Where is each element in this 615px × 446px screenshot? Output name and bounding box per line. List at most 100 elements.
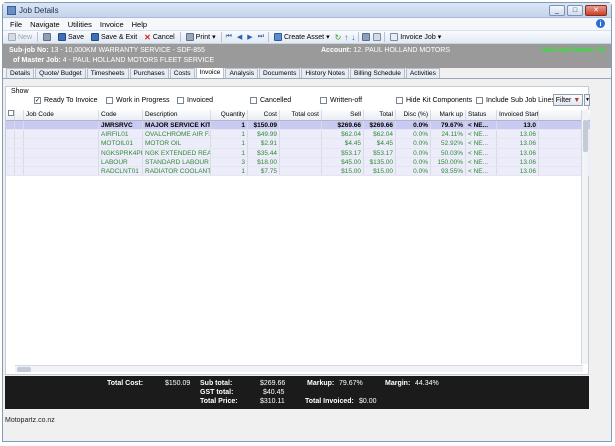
tab-billing-schedule[interactable]: Billing Schedule xyxy=(349,68,405,78)
table-row[interactable]: LABOUR STANDARD LABOUR ... 3 $18.00 $45.… xyxy=(6,157,590,167)
invoice-icon xyxy=(390,33,399,41)
column-header[interactable]: Description xyxy=(143,110,211,120)
new-icon xyxy=(8,33,16,41)
select-all-checkbox[interactable] xyxy=(6,110,15,120)
invoiced-checkbox[interactable]: Invoiced xyxy=(177,97,213,104)
save-icon xyxy=(58,33,67,41)
tab-analysis[interactable]: Analysis xyxy=(225,68,259,78)
tab-invoice[interactable]: Invoice xyxy=(195,67,225,78)
column-header[interactable]: Quantity xyxy=(211,110,248,120)
include-sub-job-lines-checkbox[interactable]: Include Sub Job Lines xyxy=(476,97,555,104)
title-bar: Job Details _ □ ✕ xyxy=(3,3,611,18)
printer-icon xyxy=(185,33,194,41)
column-header[interactable]: Disc (%) xyxy=(396,110,431,120)
calculator-icon xyxy=(43,33,52,41)
tab-timesheets[interactable]: Timesheets xyxy=(86,68,129,78)
cancel-button[interactable]: ✕ Cancel xyxy=(142,31,177,43)
subjob-label: Sub-job No: xyxy=(9,47,49,54)
table-row[interactable]: NGKSPRK4PK NGK EXTENDED REA... 1 $35.44 … xyxy=(6,148,590,158)
invoice-panel: Show ✓ Ready To Invoice Work in Progress… xyxy=(5,86,590,375)
column-header[interactable]: Total cost xyxy=(280,110,322,120)
menu-file[interactable]: File xyxy=(10,20,22,29)
save-exit-button[interactable]: Save & Exit xyxy=(89,31,139,43)
subjob-status: Sub-Job Status: 10 xyxy=(541,47,605,54)
column-header[interactable]: Total xyxy=(364,110,396,120)
tab-history-notes[interactable]: History Notes xyxy=(301,68,349,78)
cancelled-checkbox[interactable]: Cancelled xyxy=(250,97,291,104)
markup-label: Markup: xyxy=(307,380,335,387)
tab-purchases[interactable]: Purchases xyxy=(129,68,169,78)
column-header[interactable]: Invoiced Start Date xyxy=(497,110,539,120)
table-row[interactable]: RADCLNT01 RADIATOR COOLANT 1 $7.75 $15.0… xyxy=(6,166,590,177)
gst-total-value: $40.45 xyxy=(263,389,285,396)
invoice-lines-table: Job Code Code Description Quantity Cost … xyxy=(6,110,590,177)
table-row[interactable]: MOTOIL01 MOTOR OIL 1 $2.91 $4.45 $4.45 0… xyxy=(6,139,590,149)
new-button[interactable]: New xyxy=(6,31,34,43)
tab-details[interactable]: Details xyxy=(6,68,35,78)
totals-bar: Total Cost: $150.09 Sub total: $269.66 G… xyxy=(5,376,589,409)
invoice-job-button[interactable]: Invoice Job ▾ xyxy=(388,31,443,43)
column-header[interactable]: Status xyxy=(466,110,497,120)
menu-navigate[interactable]: Navigate xyxy=(30,20,60,29)
horizontal-scrollbar[interactable] xyxy=(15,365,583,372)
calculator-button[interactable] xyxy=(41,31,53,43)
filter-dropdown-arrow[interactable]: ▼ xyxy=(584,94,590,106)
job-header: Sub-job No: 13 - 10,000KM WARRANTY SERVI… xyxy=(3,44,611,68)
scrollbar-thumb[interactable] xyxy=(17,367,31,372)
menu-utilities[interactable]: Utilities xyxy=(68,20,92,29)
menu-help[interactable]: Help xyxy=(132,20,147,29)
column-header[interactable]: Sell xyxy=(322,110,364,120)
toolbar-separator xyxy=(358,32,360,42)
gst-total-label: GST total: xyxy=(200,389,234,396)
table-row[interactable]: JMRSRVC MAJOR SERVICE KIT 1 $150.09 $269… xyxy=(6,121,590,131)
tab-activities[interactable]: Activities xyxy=(405,68,440,78)
first-record-icon[interactable]: ⏮ xyxy=(225,33,233,41)
tab-documents[interactable]: Documents xyxy=(259,68,301,78)
arrow-up-icon[interactable]: ↑ xyxy=(344,33,348,42)
column-header[interactable]: Job Code xyxy=(24,110,99,120)
tab-strip: Details Quote/ Budget Timesheets Purchas… xyxy=(3,67,611,79)
account-value: 12. PAUL HOLLAND MOTORS xyxy=(353,47,451,54)
column-header[interactable]: Code xyxy=(99,110,143,120)
filter-bar: Show ✓ Ready To Invoice Work in Progress… xyxy=(6,87,590,109)
chevron-down-icon: ▾ xyxy=(437,34,442,41)
markup-value: 79.67% xyxy=(339,380,363,387)
subjob-row: Sub-job No: 13 - 10,000KM WARRANTY SERVI… xyxy=(9,47,205,54)
tree-icon[interactable] xyxy=(362,33,371,41)
last-record-icon[interactable]: ⏭ xyxy=(257,33,265,41)
total-invoiced-label: Total Invoiced: xyxy=(305,398,354,405)
save-button[interactable]: Save xyxy=(56,31,86,43)
close-button[interactable]: ✕ xyxy=(585,5,607,16)
vertical-scrollbar[interactable] xyxy=(581,110,588,364)
next-record-icon[interactable]: ▶ xyxy=(246,33,253,41)
menu-invoice[interactable]: Invoice xyxy=(100,20,124,29)
print-button[interactable]: Print ▾ xyxy=(184,31,218,43)
subjob-value: 13 - 10,000KM WARRANTY SERVICE - SDF-855 xyxy=(50,47,205,54)
hide-kit-components-checkbox[interactable]: Hide Kit Components xyxy=(396,97,472,104)
sub-total-value: $269.66 xyxy=(260,380,286,387)
written-off-checkbox[interactable]: Written-off xyxy=(320,97,362,104)
work-in-progress-checkbox[interactable]: Work in Progress xyxy=(106,97,170,104)
create-asset-button[interactable]: Create Asset ▾ xyxy=(272,31,332,43)
info-icon[interactable]: i xyxy=(596,19,605,28)
previous-record-icon[interactable]: ◀ xyxy=(236,33,243,41)
row-indicator xyxy=(15,121,24,130)
total-price-value: $310.11 xyxy=(260,398,285,405)
window-title: Job Details xyxy=(19,5,59,15)
edit-icon[interactable] xyxy=(373,33,382,41)
minimize-button[interactable]: _ xyxy=(549,5,565,16)
master-job-label: of Master Job: xyxy=(13,57,61,64)
tab-quote-budget[interactable]: Quote/ Budget xyxy=(35,68,86,78)
ready-to-invoice-checkbox[interactable]: ✓ Ready To Invoice xyxy=(34,97,98,104)
column-header[interactable]: Mark up xyxy=(431,110,466,120)
scrollbar-thumb[interactable] xyxy=(583,120,588,152)
total-cost-value: $150.09 xyxy=(165,380,191,387)
maximize-button[interactable]: □ xyxy=(567,5,583,16)
refresh-icon[interactable]: ↻ xyxy=(335,33,342,42)
arrow-down-icon[interactable]: ↓ xyxy=(351,33,355,42)
table-row[interactable]: AIRFIL01 OVALCHROME AIR F... 1 $49.99 $6… xyxy=(6,130,590,140)
tab-costs[interactable]: Costs xyxy=(169,68,195,78)
account-label: Account: xyxy=(321,47,352,54)
column-header[interactable]: Cost xyxy=(248,110,280,120)
filter-button[interactable]: Filter ▼ xyxy=(553,94,583,106)
